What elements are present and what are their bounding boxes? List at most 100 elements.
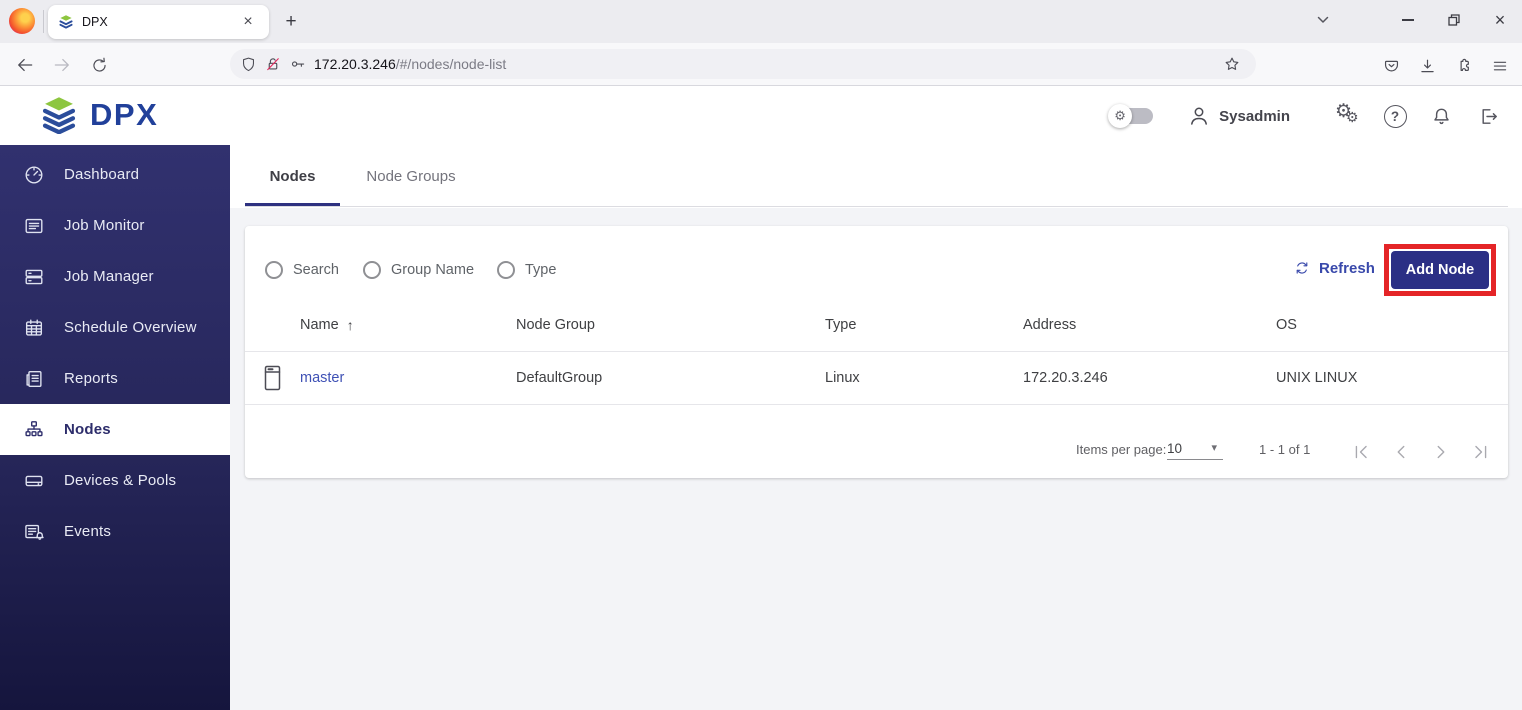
- main-content: Nodes Node Groups Search Group Name Type: [230, 145, 1522, 710]
- calendar-icon: [23, 317, 45, 339]
- browser-window: DPX × + × 172.20.3.246/#/nodes/node-list…: [0, 0, 1522, 710]
- reload-button[interactable]: [86, 52, 112, 78]
- report-doc-icon: [23, 368, 45, 390]
- sidebar-item-nodes[interactable]: Nodes: [0, 404, 230, 455]
- filter-group-name[interactable]: Group Name: [363, 261, 474, 279]
- logo-text: DPX: [90, 97, 159, 132]
- hamburger-menu-icon[interactable]: [1486, 52, 1514, 80]
- tab-title: DPX: [82, 15, 108, 29]
- window-close-button[interactable]: ×: [1477, 0, 1522, 40]
- previous-page-button[interactable]: [1386, 437, 1416, 467]
- key-icon[interactable]: [289, 55, 307, 73]
- hierarchy-icon: [23, 419, 45, 441]
- sidebar-item-events[interactable]: Events: [0, 506, 230, 557]
- column-header-node-group[interactable]: Node Group: [516, 317, 595, 333]
- page-tabs: Nodes Node Groups: [230, 145, 1522, 208]
- user-icon: [1187, 104, 1211, 128]
- gears-icon: ⚙ ⚙: [1335, 101, 1359, 125]
- column-header-os[interactable]: OS: [1276, 317, 1297, 333]
- table-divider: [245, 351, 1508, 352]
- next-page-button[interactable]: [1426, 437, 1456, 467]
- first-page-button[interactable]: [1346, 437, 1376, 467]
- dpx-logo-icon: [42, 97, 76, 134]
- sidebar-item-job-monitor[interactable]: Job Monitor: [0, 200, 230, 251]
- theme-toggle[interactable]: ⚙: [1108, 104, 1154, 128]
- column-header-name[interactable]: Name ↑: [300, 317, 354, 333]
- sidebar-item-dashboard[interactable]: Dashboard: [0, 149, 230, 200]
- node-name-link[interactable]: master: [300, 370, 344, 386]
- logout-icon: [1481, 108, 1497, 124]
- sidebar: Dashboard Job Monitor Job Manager Schedu…: [0, 145, 230, 710]
- username: Sysadmin: [1219, 107, 1290, 125]
- column-header-address[interactable]: Address: [1023, 317, 1076, 333]
- list-panel-icon: [23, 215, 45, 237]
- tab-close-icon[interactable]: ×: [237, 11, 259, 33]
- radio-icon[interactable]: [497, 261, 515, 279]
- sidebar-item-schedule-overview[interactable]: Schedule Overview: [0, 302, 230, 353]
- server-node-icon: [264, 365, 281, 391]
- last-page-button[interactable]: [1466, 437, 1496, 467]
- gauge-icon: [23, 164, 45, 186]
- sidebar-item-job-manager[interactable]: Job Manager: [0, 251, 230, 302]
- browser-tab-dpx[interactable]: DPX ×: [48, 5, 269, 39]
- table-divider: [245, 404, 1508, 405]
- tabs-divider: [245, 206, 1508, 207]
- stacked-jobs-icon: [23, 266, 45, 288]
- items-per-page-label: Items per page:: [1076, 442, 1167, 457]
- user-menu[interactable]: Sysadmin: [1187, 104, 1290, 128]
- url-path: /#/nodes/node-list: [395, 56, 507, 72]
- download-icon[interactable]: [1413, 52, 1441, 80]
- tab-list-chevron-icon[interactable]: [1314, 11, 1332, 29]
- help-icon: ?: [1383, 104, 1407, 128]
- refresh-icon: [1293, 259, 1311, 277]
- url-bar[interactable]: 172.20.3.246/#/nodes/node-list: [230, 49, 1256, 79]
- help-button[interactable]: ?: [1380, 101, 1410, 131]
- node-os-cell: UNIX LINUX: [1276, 370, 1358, 386]
- toggle-gear-icon: ⚙: [1108, 104, 1133, 128]
- items-per-page-select[interactable]: 10 ▾: [1167, 438, 1223, 460]
- firefox-icon[interactable]: [9, 8, 35, 34]
- pocket-icon[interactable]: [1377, 52, 1405, 80]
- event-bell-icon: [23, 521, 45, 543]
- header-actions: ⚙ Sysadmin ⚙ ⚙ ?: [1108, 98, 1502, 134]
- refresh-button[interactable]: Refresh: [1293, 259, 1375, 277]
- add-node-button[interactable]: Add Node: [1391, 251, 1489, 289]
- forward-button[interactable]: [49, 52, 75, 78]
- window-restore-button[interactable]: [1431, 0, 1477, 40]
- storage-drive-icon: [23, 470, 45, 492]
- new-tab-button[interactable]: +: [278, 9, 304, 35]
- bookmark-star-icon[interactable]: [1223, 55, 1241, 73]
- tab-divider: [43, 10, 44, 33]
- extensions-puzzle-icon[interactable]: [1449, 52, 1477, 80]
- window-minimize-button[interactable]: [1385, 0, 1431, 40]
- radio-icon[interactable]: [265, 261, 283, 279]
- node-group-cell: DefaultGroup: [516, 370, 603, 386]
- browser-tab-bar: DPX × + ×: [0, 0, 1522, 43]
- column-header-type[interactable]: Type: [825, 317, 856, 333]
- bell-icon: [1433, 108, 1449, 124]
- tab-nodes[interactable]: Nodes: [245, 145, 340, 207]
- filter-search[interactable]: Search: [265, 261, 339, 279]
- sidebar-item-devices-pools[interactable]: Devices & Pools: [0, 455, 230, 506]
- settings-button[interactable]: ⚙ ⚙: [1334, 101, 1364, 131]
- url-text[interactable]: 172.20.3.246/#/nodes/node-list: [314, 56, 1217, 72]
- caret-down-icon: ▾: [1211, 442, 1217, 454]
- sidebar-item-reports[interactable]: Reports: [0, 353, 230, 404]
- shield-icon[interactable]: [240, 56, 257, 73]
- lock-insecure-icon[interactable]: [264, 55, 282, 73]
- node-type-cell: Linux: [825, 370, 860, 386]
- radio-icon[interactable]: [363, 261, 381, 279]
- items-per-page-value: 10: [1167, 441, 1183, 456]
- back-button[interactable]: [12, 52, 38, 78]
- dpx-logo[interactable]: DPX: [38, 96, 158, 134]
- notifications-button[interactable]: [1426, 101, 1456, 131]
- tab-node-groups[interactable]: Node Groups: [340, 145, 482, 207]
- sort-asc-icon: ↑: [346, 317, 354, 333]
- logout-button[interactable]: [1472, 101, 1502, 131]
- dpx-favicon: [58, 14, 74, 30]
- node-address-cell: 172.20.3.246: [1023, 370, 1108, 386]
- filter-type[interactable]: Type: [497, 261, 556, 279]
- nodes-panel: Search Group Name Type Refresh Add Node …: [245, 226, 1508, 478]
- pagination-range: 1 - 1 of 1: [1259, 442, 1311, 457]
- url-domain: 172.20.3.246: [314, 56, 396, 72]
